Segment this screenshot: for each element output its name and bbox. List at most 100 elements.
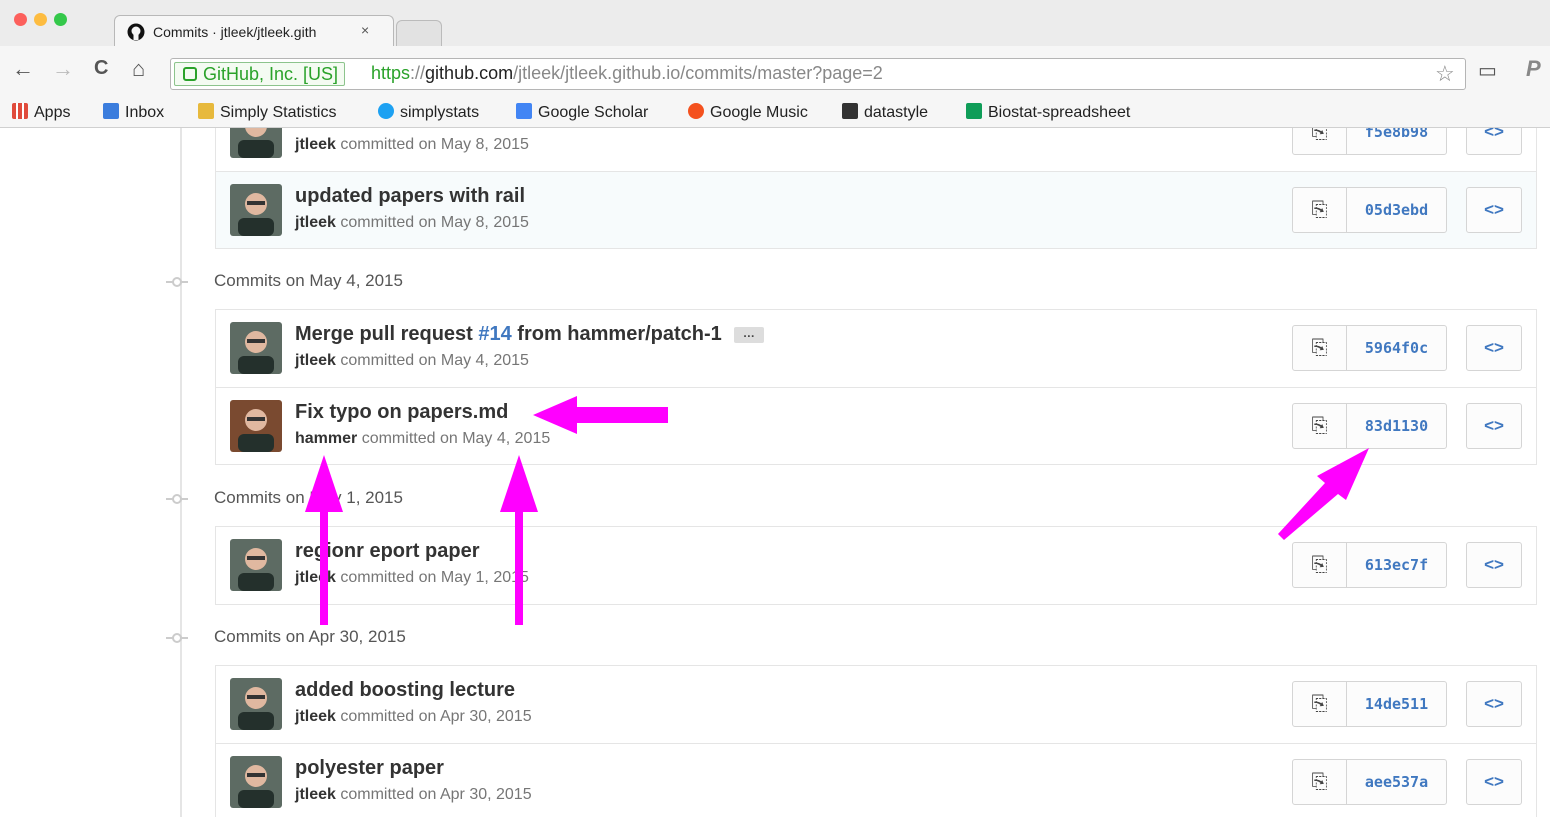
new-tab-button[interactable] (396, 20, 442, 46)
minimize-window-icon[interactable] (34, 13, 47, 26)
bookmark-label: datastyle (864, 104, 929, 121)
bookmark-simplystats[interactable]: simplystats (378, 103, 479, 122)
browse-files-button[interactable]: <> (1466, 128, 1522, 155)
commit-group-box: jtleek committed on May 8, 2015 ⎘ f5e8b9… (215, 128, 1537, 249)
commit-title[interactable]: updated papers with rail (295, 185, 525, 208)
commit-sha-button[interactable]: 05d3ebd (1346, 187, 1447, 233)
bookmark-label: Simply Statistics (220, 104, 337, 121)
commit-author[interactable]: jtleek (295, 569, 336, 586)
pull-request-link[interactable]: #14 (478, 323, 511, 345)
avatar[interactable] (230, 539, 282, 591)
github-icon (127, 23, 145, 41)
commit-date: committed on May 4, 2015 (340, 352, 529, 369)
commit-date: committed on May 8, 2015 (340, 214, 529, 231)
bookmark-star-icon[interactable]: ☆ (1435, 61, 1455, 87)
browse-files-button[interactable]: <> (1466, 403, 1522, 449)
url-text: https://github.com/jtleek/jtleek.github.… (371, 63, 883, 84)
back-icon[interactable]: ← (12, 56, 34, 82)
secure-label: GitHub, Inc. [US] (203, 64, 339, 84)
commit-title[interactable]: regionr eport paper (295, 540, 479, 563)
cast-icon[interactable]: ▭ (1478, 58, 1497, 83)
commit-meta: hammer committed on May 4, 2015 (295, 430, 550, 448)
commit-author[interactable]: jtleek (295, 786, 336, 803)
copy-sha-button[interactable]: ⎘ (1292, 325, 1347, 371)
reload-icon[interactable]: C (94, 57, 108, 80)
copy-sha-button[interactable]: ⎘ (1292, 759, 1347, 805)
commit-title-text[interactable]: Merge pull request (295, 323, 478, 345)
commit-author[interactable]: jtleek (295, 352, 336, 369)
commit-dot-icon (172, 277, 182, 287)
commit-row: polyester paper jtleek committed on Apr … (216, 743, 1536, 817)
browser-chrome: Commits · jtleek/jtleek.gith × ← → C ⌂ G… (0, 0, 1550, 128)
bookmark-label: Inbox (125, 104, 165, 121)
avatar[interactable] (230, 756, 282, 808)
home-icon[interactable]: ⌂ (132, 56, 145, 82)
copy-sha-button[interactable]: ⎘ (1292, 681, 1347, 727)
avatar[interactable] (230, 678, 282, 730)
bookmarks-bar: Apps Inbox Simply Statistics simplystats… (0, 94, 1550, 128)
browse-files-button[interactable]: <> (1466, 681, 1522, 727)
commit-dot-icon (172, 494, 182, 504)
copy-sha-button[interactable]: ⎘ (1292, 128, 1347, 155)
commit-row: regionr eport paper jtleek committed on … (216, 527, 1536, 604)
twitter-icon (378, 103, 394, 119)
bookmark-label: Apps (34, 104, 71, 121)
secure-badge[interactable]: GitHub, Inc. [US] (174, 62, 346, 86)
spreadsheet-icon (966, 103, 982, 119)
commit-author[interactable]: hammer (295, 430, 357, 447)
bookmark-label: simplystats (400, 104, 480, 121)
url-separator: :// (410, 63, 426, 83)
commits-page: jtleek committed on May 8, 2015 ⎘ f5e8b9… (0, 128, 1550, 817)
browse-files-button[interactable]: <> (1466, 542, 1522, 588)
commit-sha-button[interactable]: 14de511 (1346, 681, 1447, 727)
browse-files-button[interactable]: <> (1466, 325, 1522, 371)
copy-sha-button[interactable]: ⎘ (1292, 187, 1347, 233)
url-path: /jtleek/jtleek.github.io/commits/master?… (513, 63, 883, 83)
extension-icon[interactable]: P (1526, 56, 1541, 82)
avatar[interactable] (230, 184, 282, 236)
bookmark-datastyle[interactable]: datastyle (842, 103, 928, 122)
commit-title-text[interactable]: from hammer/patch-1 (512, 323, 722, 345)
commit-group-title: Commits on May 1, 2015 (214, 488, 403, 507)
avatar[interactable] (230, 400, 282, 452)
commit-title[interactable]: Fix typo on papers.md (295, 401, 508, 424)
expand-message-button[interactable]: … (733, 327, 764, 343)
commit-sha-button[interactable]: f5e8b98 (1346, 128, 1447, 155)
bookmark-biostat-spreadsheet[interactable]: Biostat-spreadsheet (966, 103, 1130, 122)
bookmark-inbox[interactable]: Inbox (103, 103, 164, 122)
address-bar[interactable]: GitHub, Inc. [US] https://github.com/jtl… (170, 58, 1466, 90)
commit-sha-button[interactable]: 613ec7f (1346, 542, 1447, 588)
commit-author[interactable]: jtleek (295, 708, 336, 725)
bookmark-google-music[interactable]: Google Music (688, 103, 808, 122)
copy-sha-button[interactable]: ⎘ (1292, 403, 1347, 449)
browser-tab[interactable]: Commits · jtleek/jtleek.gith × (114, 15, 394, 46)
bookmark-google-scholar[interactable]: Google Scholar (516, 103, 648, 122)
commit-author[interactable]: jtleek (295, 136, 336, 153)
avatar[interactable] (230, 322, 282, 374)
commit-row: added boosting lecture jtleek committed … (216, 666, 1536, 743)
commit-sha-button[interactable]: 83d1130 (1346, 403, 1447, 449)
commit-sha-button[interactable]: 5964f0c (1346, 325, 1447, 371)
commit-sha-button[interactable]: aee537a (1346, 759, 1447, 805)
maximize-window-icon[interactable] (54, 13, 67, 26)
bookmark-simply-statistics[interactable]: Simply Statistics (198, 103, 336, 122)
browse-files-button[interactable]: <> (1466, 759, 1522, 805)
timeline-line (180, 128, 182, 817)
commit-author[interactable]: jtleek (295, 214, 336, 231)
url-scheme: https (371, 63, 411, 83)
bookmark-label: Biostat-spreadsheet (988, 104, 1131, 121)
tab-close-icon[interactable]: × (361, 22, 369, 38)
commit-title[interactable]: polyester paper (295, 757, 444, 780)
commit-row: Fix typo on papers.md hammer committed o… (216, 387, 1536, 464)
forward-icon[interactable]: → (52, 56, 74, 82)
browse-files-button[interactable]: <> (1466, 187, 1522, 233)
copy-sha-button[interactable]: ⎘ (1292, 542, 1347, 588)
avatar[interactable] (230, 128, 282, 158)
close-window-icon[interactable] (14, 13, 27, 26)
commit-title[interactable]: added boosting lecture (295, 679, 515, 702)
bookmark-apps[interactable]: Apps (12, 103, 70, 122)
commit-title: Merge pull request #14 from hammer/patch… (295, 323, 764, 346)
commit-group-box: regionr eport paper jtleek committed on … (215, 526, 1537, 605)
lock-icon (183, 67, 197, 81)
commit-row: updated papers with rail jtleek committe… (216, 171, 1536, 248)
